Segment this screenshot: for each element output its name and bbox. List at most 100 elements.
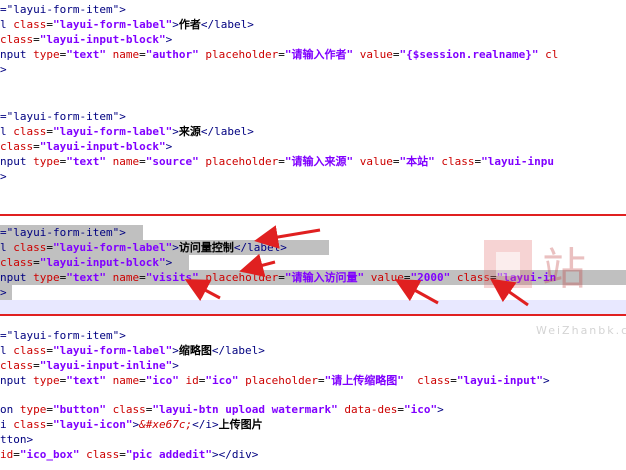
code-token: = [46, 403, 53, 416]
code-token: > [172, 344, 179, 357]
code-line: ="layui-form-item"> [0, 109, 126, 124]
code-token: placeholder [238, 374, 318, 387]
code-token: = [33, 359, 40, 372]
code-line: class="layui-input-block"> [0, 139, 172, 154]
code-token: ="layui-form-item"> [0, 226, 126, 239]
code-token: = [33, 33, 40, 46]
code-token: = [33, 256, 40, 269]
code-line: nput type="text" name="author" placehold… [0, 47, 558, 62]
code-token: "layui-input-inline" [39, 359, 173, 372]
code-token: l [0, 241, 14, 254]
code-token: > [172, 18, 179, 31]
code-token: placeholder [198, 271, 279, 284]
code-token: "text" [66, 374, 106, 387]
code-token: ="layui-form-item"> [0, 110, 126, 123]
code-token: > [172, 125, 179, 138]
code-token: class [434, 155, 475, 168]
code-token: type [19, 403, 47, 416]
code-token: "pic addedit" [125, 448, 212, 461]
code-token: "请输入访问量" [284, 271, 365, 284]
code-token: = [46, 125, 53, 138]
code-token: 缩略图 [178, 344, 212, 357]
code-token: l [0, 344, 14, 357]
code-token: "请输入来源" [284, 155, 354, 168]
code-token: > [0, 170, 7, 183]
code-token: = [119, 448, 126, 461]
code-token: = [278, 48, 285, 61]
code-token: > [437, 403, 444, 416]
code-token: name [106, 374, 140, 387]
code-token: > [165, 33, 173, 46]
code-token: type [33, 155, 60, 168]
code-token: nput [0, 374, 34, 387]
code-token: = [139, 271, 146, 284]
code-line: l class="layui-form-label">访问量控制</label> [0, 240, 287, 255]
code-token: > [0, 286, 7, 299]
annotation-top-line [0, 214, 626, 216]
code-token: ="layui-form-item"> [0, 329, 126, 342]
code-token: type [33, 48, 60, 61]
code-token: on [0, 403, 20, 416]
code-token: </i> [192, 418, 219, 431]
code-token: class [403, 374, 451, 387]
arrow-to-label [254, 225, 321, 249]
code-token: l [0, 125, 14, 138]
code-token: class [13, 18, 47, 31]
code-line: nput type="text" name="visits" placehold… [0, 270, 556, 285]
code-token: "layui-input-block" [39, 33, 166, 46]
code-token: 访问量控制 [178, 241, 234, 254]
code-token: = [46, 418, 53, 431]
code-line: class="layui-input-block"> [0, 32, 172, 47]
code-token: = [278, 271, 285, 284]
code-token: > [165, 140, 173, 153]
code-line: i class="layui-icon">&#xe67c;</i>上传图片 [0, 417, 263, 432]
code-line: class="layui-input-block"> [0, 255, 172, 270]
code-token: &#xe67c; [139, 418, 193, 431]
code-token: ="layui-form-item"> [0, 3, 126, 16]
code-token: </label> [200, 18, 254, 31]
code-line: ="layui-form-item"> [0, 225, 126, 240]
code-token: = [139, 155, 146, 168]
code-token: "author" [145, 48, 199, 61]
code-token: "visits" [145, 271, 199, 284]
code-token: "layui-form-label" [53, 241, 173, 254]
code-token: = [317, 374, 325, 387]
code-token: </label> [200, 125, 254, 138]
code-token: = [33, 140, 40, 153]
code-token: = [139, 48, 146, 61]
code-token: name [106, 48, 140, 61]
code-token: value [353, 155, 393, 168]
code-token: class [105, 403, 146, 416]
code-token: "text" [66, 271, 106, 284]
code-token: "请上传缩略图" [324, 374, 404, 387]
code-token: "2000" [410, 271, 451, 284]
arrow-to-block [239, 253, 276, 277]
code-token: class [0, 140, 34, 153]
code-token: cl [538, 48, 559, 61]
code-token: id [178, 374, 199, 387]
code-token: class [79, 448, 120, 461]
code-token: i [0, 418, 14, 431]
code-line: tton> [0, 432, 33, 447]
code-token: "button" [53, 403, 106, 416]
code-token: "source" [145, 155, 199, 168]
code-token: "layui-input-block" [39, 256, 166, 269]
code-token: ></div> [211, 448, 259, 461]
code-token: class [13, 125, 47, 138]
code-token: class [13, 344, 47, 357]
code-token: "text" [66, 155, 106, 168]
code-token: 作者 [178, 18, 201, 31]
code-line: on type="button" class="layui-btn upload… [0, 402, 444, 417]
code-line: ="layui-form-item"> [0, 328, 126, 343]
code-token: tton> [0, 433, 34, 446]
code-line: > [0, 285, 7, 300]
watermark-logo: 站 WeiZhanbk.com [476, 232, 626, 344]
code-token: nput [0, 155, 34, 168]
code-token: 上传图片 [218, 418, 263, 431]
code-editor[interactable]: ="layui-form-item"> l class="layui-form-l… [0, 0, 626, 470]
code-token: > [0, 63, 7, 76]
code-line: class="layui-input-inline"> [0, 358, 179, 373]
code-token: = [450, 374, 457, 387]
code-token: class [13, 241, 47, 254]
code-token: class [13, 418, 47, 431]
